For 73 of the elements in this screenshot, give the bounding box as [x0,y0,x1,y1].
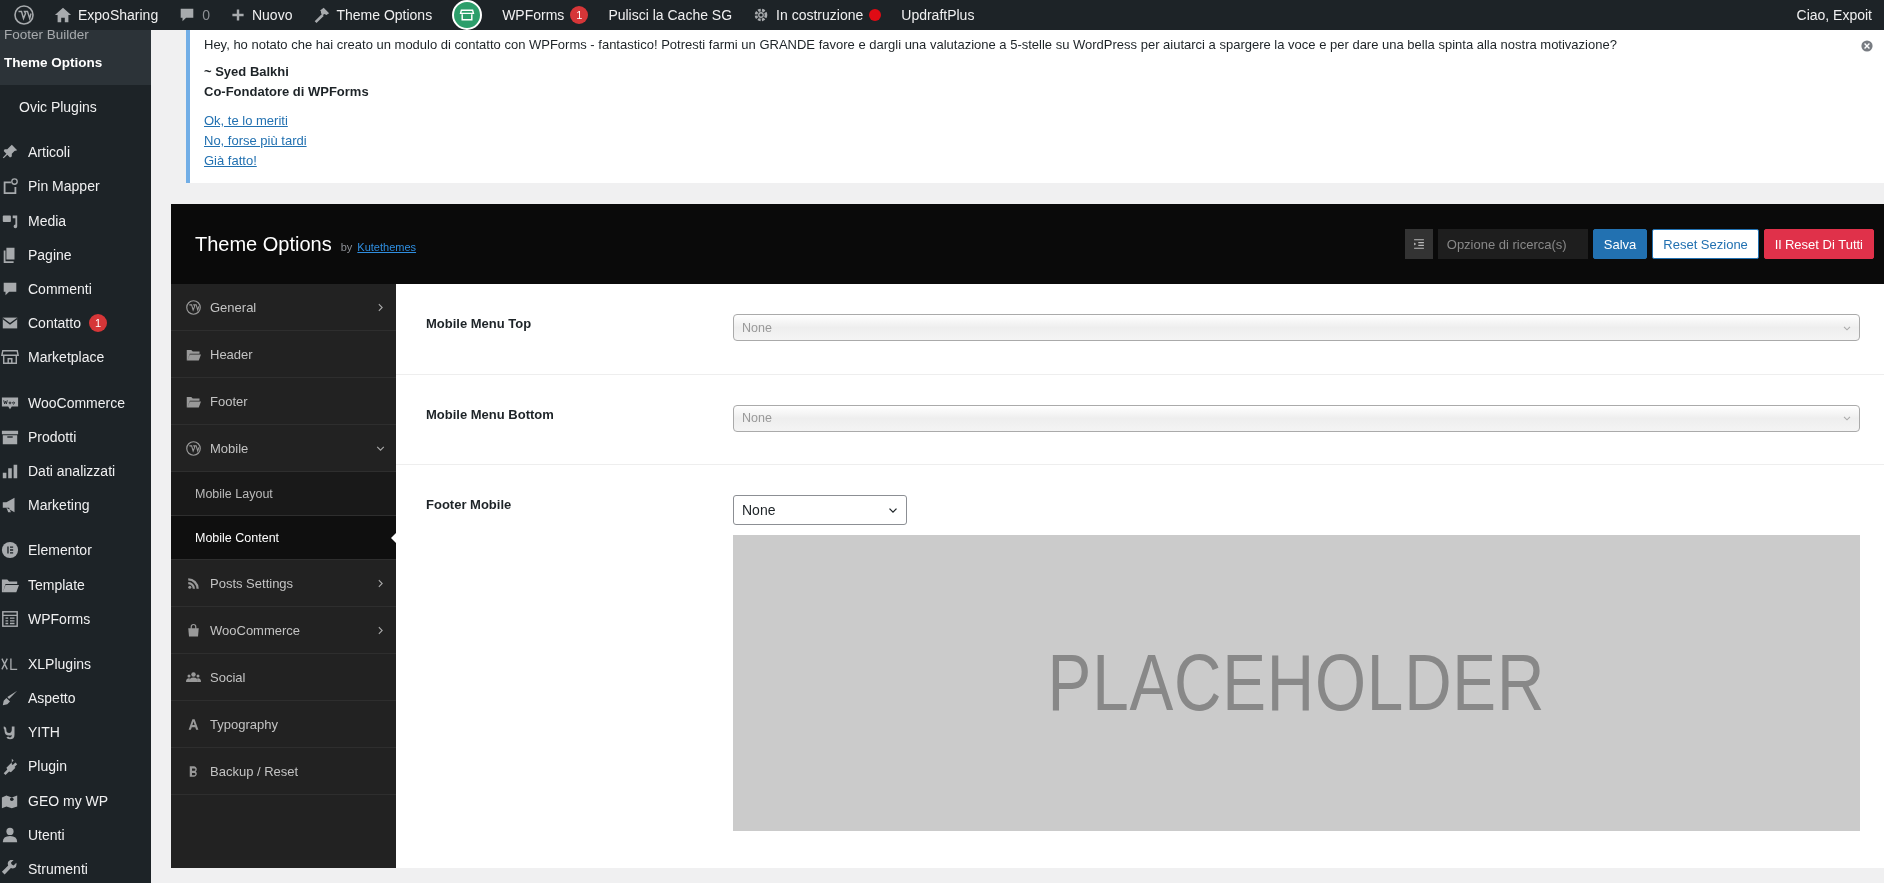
site-name-link[interactable]: ExpoSharing [78,7,159,23]
toolbar-link[interactable]: WPForms [502,7,565,23]
menu-item[interactable]: Dati analizzati [28,462,116,479]
user-icon [1,825,19,844]
menu-item[interactable]: Marketing [28,497,90,514]
plus-icon [229,7,246,23]
list-icon [1411,237,1426,251]
menu-item[interactable]: Pin Mapper [28,178,100,195]
menu-item[interactable]: Elementor [28,542,92,559]
wordpress-icon [186,440,201,456]
author-link[interactable]: Kutethemes [357,241,417,253]
count-badge: 1 [88,314,107,333]
form-icon [1,609,19,628]
menu-item[interactable]: Utenti [28,826,65,843]
menu-item[interactable]: Articoli [28,144,70,161]
page-title: Theme Options [195,232,332,256]
plug-icon [1,757,19,776]
hammer-icon [312,6,331,24]
bag-icon [186,622,201,638]
store-icon [1,348,19,367]
field-label: Footer Mobile [426,496,513,514]
menu-item[interactable]: GEO my WP [28,792,109,809]
nav-subitem[interactable]: Mobile Content [171,516,396,560]
menu-item[interactable]: Pagine [28,246,72,263]
new-menu-link[interactable]: Nuovo [251,7,293,23]
submenu-item[interactable]: Theme Options [0,49,151,77]
placeholder-text: PLACEHOLDER [1047,637,1546,729]
menu-item[interactable]: WPForms [28,610,91,627]
field-label: Mobile Menu Top [426,315,533,333]
search-field[interactable]: Opzione di ricerca(s) [1437,229,1588,259]
account-greeting[interactable]: Ciao, Expoit [1796,7,1872,23]
toolbar-link[interactable]: In costruzione [776,7,864,23]
expand-toggle-button[interactable] [1404,229,1433,259]
menu-item[interactable]: Ovic Plugins [0,99,97,116]
field-label: Mobile Menu Bottom [426,405,555,424]
menu-item[interactable]: YITH [28,724,60,741]
store-avatar-icon[interactable] [452,0,483,30]
byline: by [340,241,353,253]
notice-signature: ~ Syed Balkhi [204,63,290,81]
menu-item[interactable]: Template [28,576,85,593]
menu-item[interactable]: Aspetto [28,690,76,707]
menu-item[interactable]: Marketplace [28,349,105,366]
comment-count[interactable]: 0 [202,7,210,23]
notice-link[interactable]: No, forse più tardi [204,131,307,151]
toolbar-link[interactable]: UpdraftPlus [901,7,975,23]
select-field[interactable]: None [733,495,907,525]
home-icon [54,6,72,24]
notice-signature: Co-Fondatore di WPForms [204,83,370,101]
action-button[interactable]: Il Reset Di Tutti [1763,229,1874,259]
notice-message: Hey, ho notato che hai creato un modulo di contatto con WPForms - fantastico! Potresti farmi un GRANDE favore e dargli una valutazione a 5-stelle su WordPress per aiutarci a spargere la voce e per dare una bella spinta alla nostra motivazione? [204,37,1618,52]
action-button[interactable]: Salva [1592,229,1648,259]
toolbar-link[interactable]: Theme Options [336,7,433,23]
notice-link[interactable]: Ok, te lo meriti [204,111,288,131]
nav-subitem[interactable]: Mobile Layout [171,472,396,516]
action-button[interactable]: Reset Sezione [1652,229,1759,259]
rss-icon [186,575,201,591]
close-icon[interactable] [1860,39,1874,53]
status-dot-icon [869,9,882,21]
wordpress-icon [186,299,201,315]
notice-link[interactable]: Già fatto! [204,151,257,171]
menu-item[interactable]: WooCommerce [28,394,125,411]
submenu-item[interactable]: Footer Builder [0,30,151,49]
menu-item[interactable]: Media [28,212,67,229]
menu-item[interactable]: Plugin [28,758,67,775]
toolbar-link[interactable]: Pulisci la Cache SG [608,7,733,23]
count-badge: 1 [570,6,589,24]
menu-item[interactable]: XLPlugins [28,655,92,672]
wordpress-logo-icon [14,5,34,25]
menu-item[interactable]: Prodotti [28,428,77,445]
menu-item[interactable]: Contatto [28,315,81,332]
menu-item[interactable]: Commenti [28,281,92,298]
users-icon [186,669,201,685]
menu-item[interactable]: Strumenti [28,861,88,878]
